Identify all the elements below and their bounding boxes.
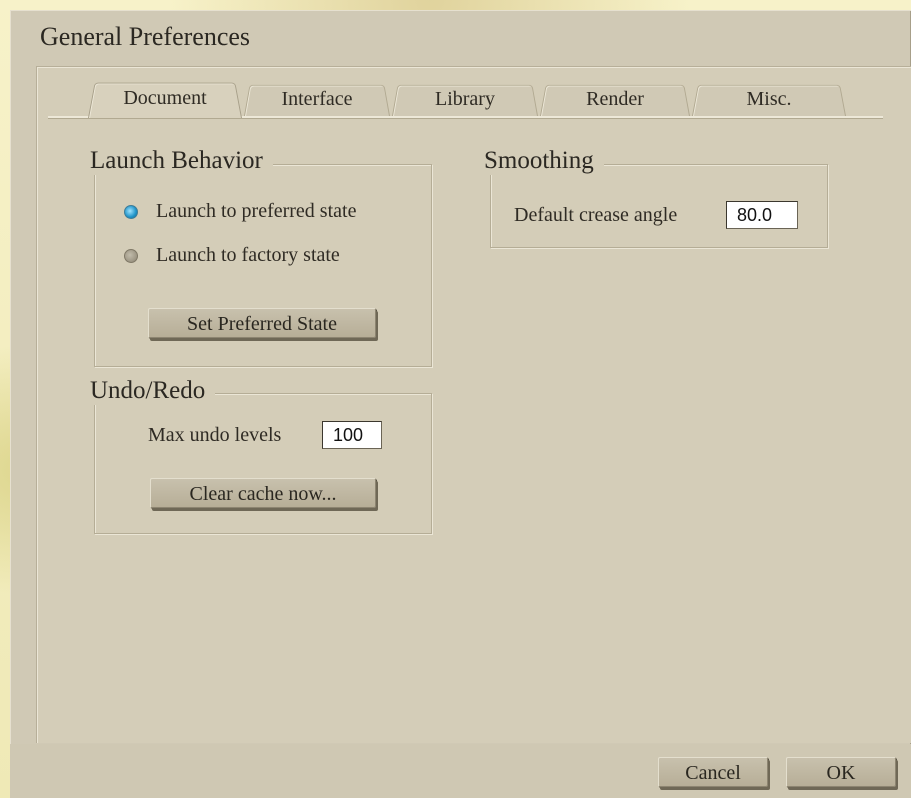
default-crease-angle-input[interactable]: 80.0 xyxy=(726,201,798,229)
undo-redo-title: Undo/Redo xyxy=(90,377,216,405)
launch-behavior-title: Launch Behavior xyxy=(90,147,273,175)
tab-misc-label: Misc. xyxy=(746,88,792,110)
set-preferred-state-button[interactable]: Set Preferred State xyxy=(148,308,376,338)
launch-factory-label: Launch to factory state xyxy=(156,244,340,266)
launch-preferred-option[interactable]: Launch to preferred state xyxy=(124,200,356,223)
tab-render-label: Render xyxy=(586,88,644,110)
undo-redo-group xyxy=(94,393,432,534)
radio-selected-icon[interactable] xyxy=(124,204,138,219)
launch-factory-option[interactable]: Launch to factory state xyxy=(124,244,340,267)
smoothing-title: Smoothing xyxy=(484,147,604,175)
tab-document[interactable]: Document xyxy=(88,79,242,118)
radio-unselected-icon[interactable] xyxy=(124,248,138,263)
tab-misc[interactable]: Misc. xyxy=(692,82,846,116)
default-crease-angle-label: Default crease angle xyxy=(514,204,678,226)
max-undo-levels-label: Max undo levels xyxy=(148,424,282,446)
tab-interface[interactable]: Interface xyxy=(244,82,390,116)
tab-strip: Document Interface Library Render Misc. xyxy=(0,0,911,130)
tab-render[interactable]: Render xyxy=(540,82,690,116)
tab-library[interactable]: Library xyxy=(392,82,538,116)
tab-document-label: Document xyxy=(123,87,207,109)
tab-library-label: Library xyxy=(435,88,495,110)
cancel-button[interactable]: Cancel xyxy=(658,757,768,787)
tab-interface-label: Interface xyxy=(281,88,353,110)
clear-cache-button[interactable]: Clear cache now... xyxy=(150,478,376,508)
max-undo-levels-input[interactable]: 100 xyxy=(322,421,382,449)
ok-button[interactable]: OK xyxy=(786,757,896,787)
dialog-footer xyxy=(10,744,911,798)
launch-preferred-label: Launch to preferred state xyxy=(156,200,357,222)
